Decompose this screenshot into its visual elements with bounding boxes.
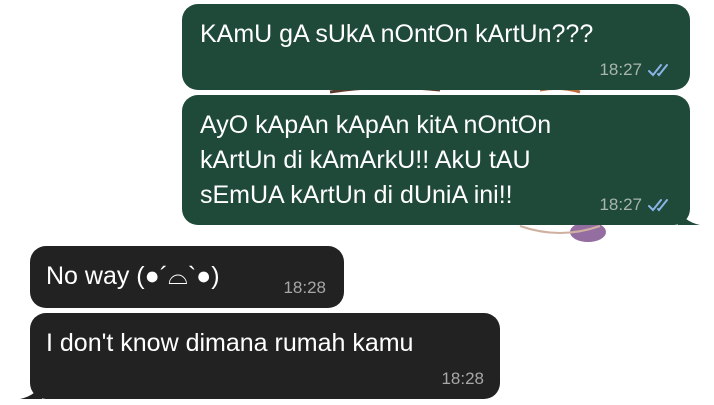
incoming-message[interactable]: No way (●´⌓`●) 18:28 xyxy=(30,246,344,308)
message-text: KAmU gA sUkA nOntOn kArtUn??? xyxy=(200,20,594,48)
outgoing-message[interactable]: AyO kApAn kApAn kitA nOntOn kArtUn di kA… xyxy=(182,95,700,225)
message-meta: 18:28 xyxy=(441,369,484,389)
bubble-tail xyxy=(20,381,42,399)
outgoing-message[interactable]: KAmU gA sUkA nOntOn kArtUn??? 18:27 xyxy=(182,4,690,90)
message-time: 18:28 xyxy=(283,278,326,297)
message-time: 18:28 xyxy=(441,369,484,388)
message-meta: 18:27 xyxy=(599,195,674,215)
message-time: 18:27 xyxy=(599,60,642,79)
incoming-message[interactable]: I don't know dimana rumah kamu 18:28 xyxy=(20,313,500,399)
message-text: I don't know dimana rumah kamu xyxy=(46,329,414,357)
message-text: No way (●´⌓`●) xyxy=(46,262,220,290)
message-text: AyO kApAn kApAn kitA nOntOn kArtUn di kA… xyxy=(200,111,552,209)
double-check-read-icon xyxy=(648,64,668,77)
message-meta: 18:28 xyxy=(283,278,326,298)
message-meta: 18:27 xyxy=(599,60,674,80)
double-check-read-icon xyxy=(648,199,668,212)
message-time: 18:27 xyxy=(599,195,642,214)
bubble-tail xyxy=(678,207,700,225)
